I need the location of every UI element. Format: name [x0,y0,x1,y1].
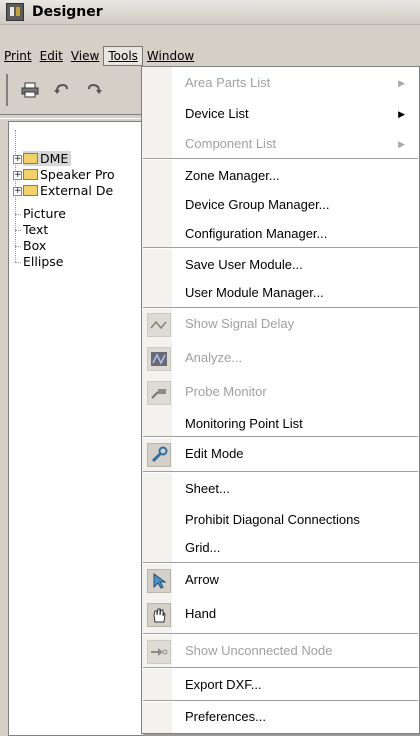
submenu-arrow-icon: ▶ [398,78,405,88]
menu-view[interactable]: View [67,47,103,65]
expand-icon[interactable]: + [13,171,22,180]
menu-item-user-module-manager[interactable]: User Module Manager... [142,277,419,309]
menu-item-device-group-manager[interactable]: Device Group Manager... [142,189,419,221]
menu-window[interactable]: Window [143,47,198,65]
submenu-arrow-icon: ▶ [398,109,405,119]
wrench-icon [147,443,171,467]
tree-item-box[interactable]: Box [23,238,46,254]
tree-item-picture[interactable]: Picture [23,206,66,222]
title-bar[interactable]: Designer [0,0,420,25]
folder-icon [23,169,38,180]
submenu-arrow-icon: ▶ [398,139,405,149]
unconnected-node-icon [147,640,171,664]
menu-item-zone-manager[interactable]: Zone Manager... [142,160,419,192]
tools-menu-dropdown: Area Parts List ▶ Device List ▶ Component … [141,66,420,734]
menu-print[interactable]: Print [0,47,36,65]
menu-item-edit-mode[interactable]: Edit Mode [142,438,419,470]
tree-item-external-device[interactable]: + External De [13,183,113,199]
toolbar [6,74,148,106]
toolbar-separator [0,114,145,119]
analyze-icon [147,347,171,371]
undo-icon[interactable] [52,82,72,98]
tree-item-ellipse[interactable]: Ellipse [23,254,63,270]
menu-item-show-unconnected-node[interactable]: Show Unconnected Node [142,635,419,667]
menu-item-export-dxf[interactable]: Export DXF... [142,669,419,701]
app-icon [6,3,24,21]
tree-item-text[interactable]: Text [23,222,48,238]
menu-item-grid[interactable]: Grid... [142,532,419,564]
menu-item-device-list[interactable]: Device List ▶ [142,98,419,130]
menu-item-configuration-manager[interactable]: Configuration Manager... [142,218,419,250]
menu-edit[interactable]: Edit [36,47,67,65]
arrow-cursor-icon [147,569,171,593]
menu-bar: Print Edit View Tools Window [0,46,420,66]
menu-item-probe-monitor[interactable]: Probe Monitor [142,376,419,408]
hand-icon [147,603,171,627]
expand-icon[interactable]: + [13,155,22,164]
menu-item-analyze[interactable]: Analyze... [142,342,419,374]
menu-item-hand[interactable]: Hand [142,598,419,630]
tree-item-dme[interactable]: + DME [13,151,72,167]
folder-icon [23,153,38,164]
menu-tools[interactable]: Tools [103,46,143,66]
probe-icon [147,381,171,405]
menu-item-component-list[interactable]: Component List ▶ [142,128,419,160]
window-title: Designer [32,4,103,20]
menu-item-preferences[interactable]: Preferences... [142,701,419,733]
component-tree[interactable]: + DME + Speaker Pro + External De Pictur… [8,121,148,736]
tree-item-speaker-processor[interactable]: + Speaker Pro [13,167,115,183]
menu-item-area-parts-list[interactable]: Area Parts List ▶ [142,67,419,99]
menu-item-arrow[interactable]: Arrow [142,564,419,596]
redo-icon[interactable] [84,82,104,98]
printer-icon[interactable] [20,82,40,98]
signal-delay-icon [147,313,171,337]
menu-item-sheet[interactable]: Sheet... [142,473,419,505]
menu-item-show-signal-delay[interactable]: Show Signal Delay [142,308,419,340]
folder-icon [23,185,38,196]
expand-icon[interactable]: + [13,187,22,196]
